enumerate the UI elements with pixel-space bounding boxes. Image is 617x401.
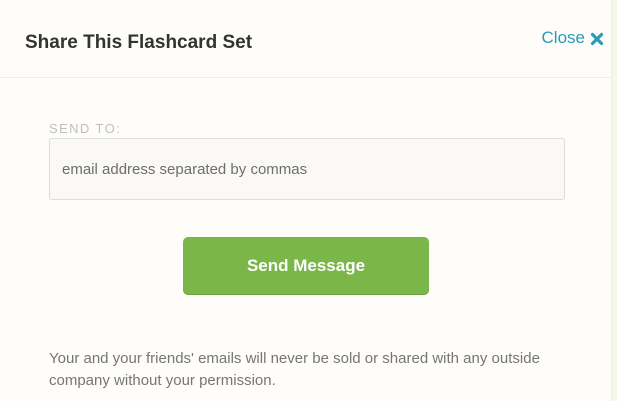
privacy-note: Your and your friends' emails will never… [49,350,540,389]
email-recipients-input[interactable] [49,138,565,200]
send-to-label: SEND TO: [49,121,122,136]
close-label: Close [541,28,585,47]
modal-title: Share This Flashcard Set [25,32,253,53]
modal-header: Share This Flashcard Set Close [0,0,612,78]
share-modal: Share This Flashcard Set Close SEND TO: … [0,0,612,401]
close-icon [590,31,604,46]
close-button[interactable]: Close [542,28,604,48]
send-message-button[interactable]: Send Message [183,237,429,294]
